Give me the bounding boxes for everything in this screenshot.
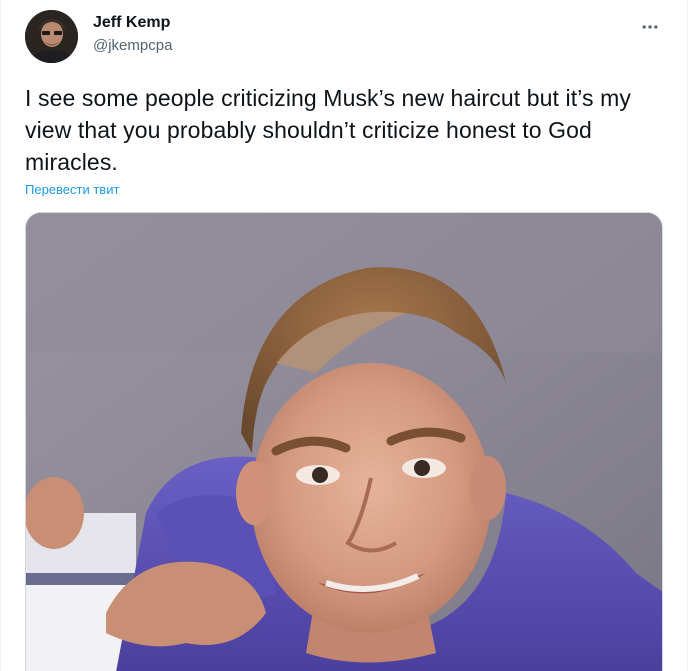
author-names: Jeff Kemp @jkempcpa (93, 13, 172, 56)
tweet-header: Jeff Kemp @jkempcpa (25, 8, 663, 64)
photo-image (26, 213, 662, 671)
translate-tweet-link[interactable]: Перевести твит (25, 182, 119, 197)
username-handle[interactable]: @jkempcpa (93, 36, 172, 56)
tweet-media-photo[interactable] (25, 212, 663, 671)
display-name[interactable]: Jeff Kemp (93, 13, 172, 33)
more-horizontal-icon[interactable] (637, 14, 663, 40)
tweet-card: Jeff Kemp @jkempcpa I see some people cr… (0, 0, 688, 671)
avatar[interactable] (25, 10, 78, 63)
tweet-text: I see some people criticizing Musk’s new… (25, 85, 631, 175)
avatar-image (25, 10, 78, 63)
